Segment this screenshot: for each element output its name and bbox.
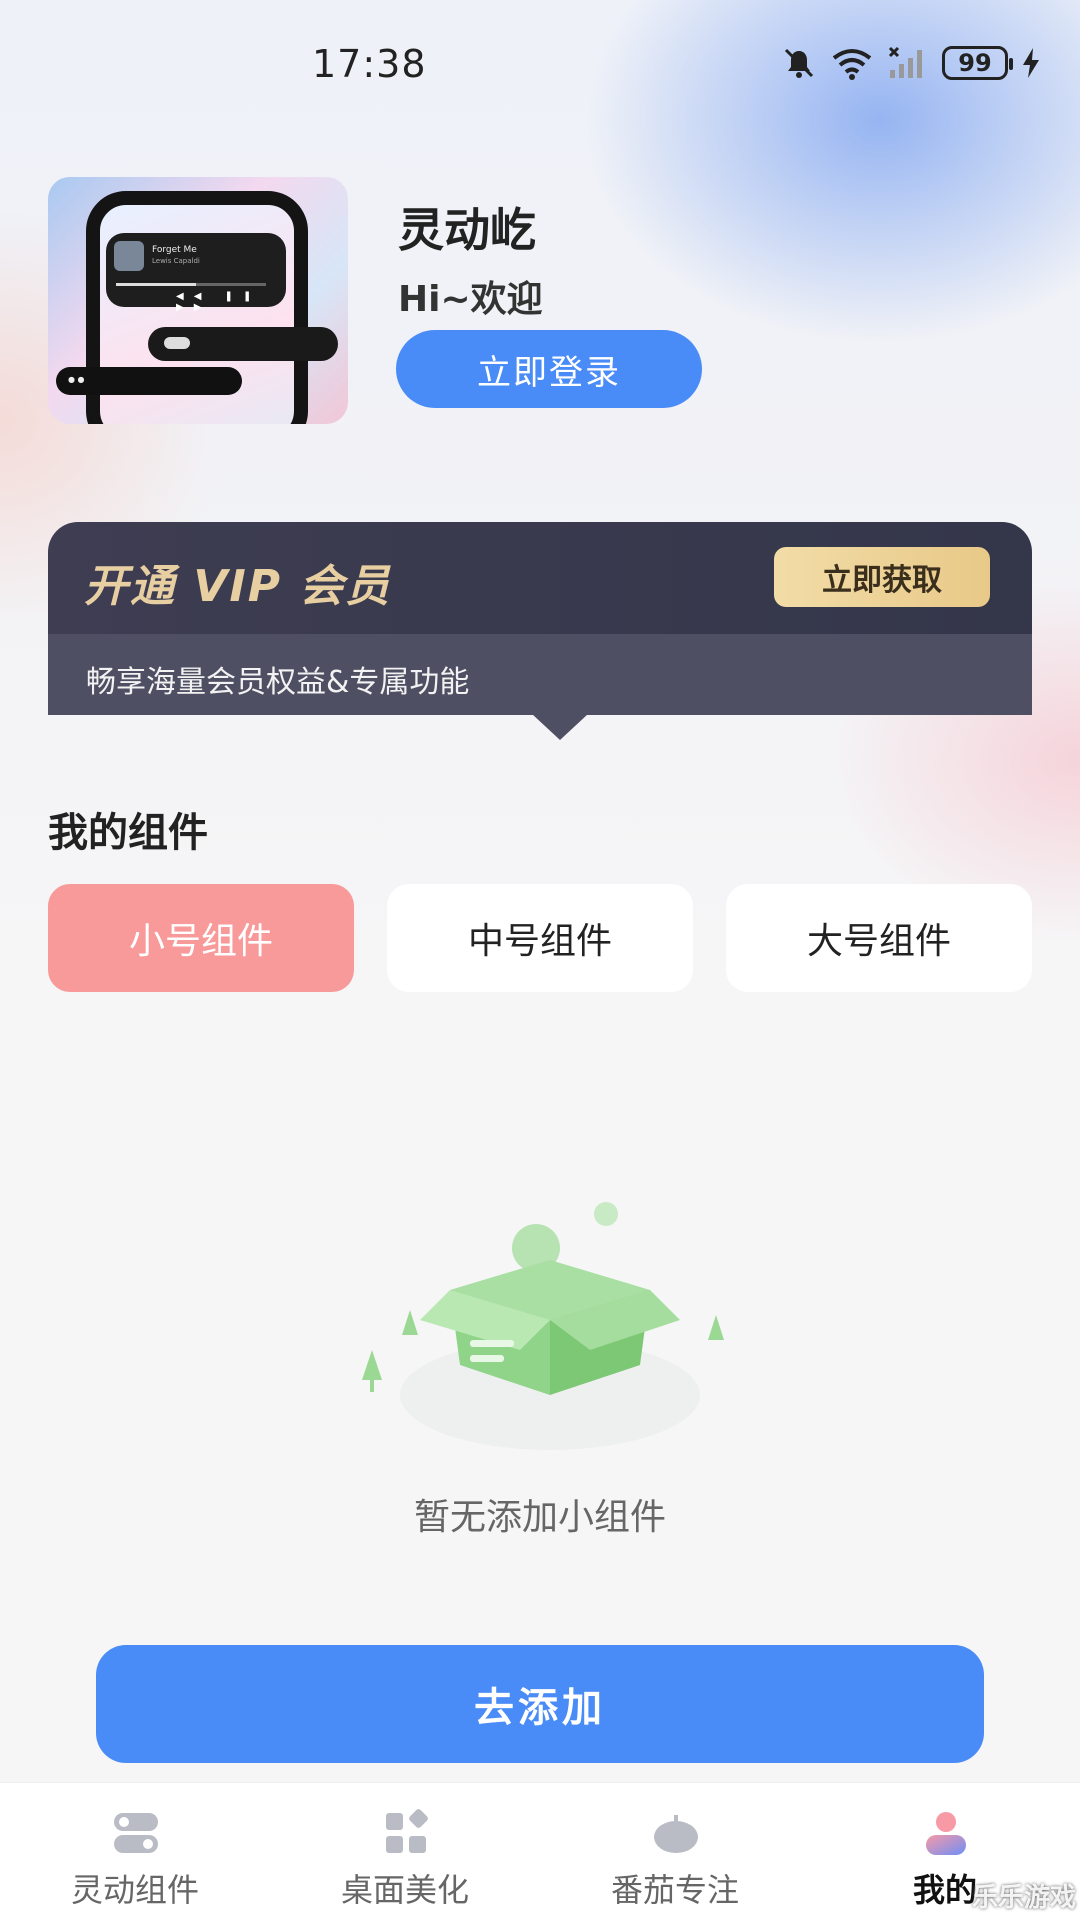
earbuds-widget-illustration: ● ● — [56, 367, 242, 395]
music-title: Forget Me — [152, 245, 197, 255]
earbuds-label: ● ● — [68, 375, 85, 384]
bottom-navigation: 灵动组件 桌面美化 番茄专注 我的 乐乐游戏 — [0, 1782, 1080, 1920]
nav-item-desktop-beautify[interactable]: 桌面美化 — [270, 1783, 540, 1920]
widget-size-tabs: 小号组件 中号组件 大号组件 — [48, 884, 1032, 992]
music-controls-icon: ◀◀ ❚❚ ▶▶ — [176, 291, 262, 313]
charging-icon — [1022, 48, 1040, 78]
nav-label: 灵动组件 — [70, 1871, 199, 1909]
music-progress — [116, 283, 266, 286]
empty-box-illustration — [350, 1180, 750, 1470]
nav-item-tomato-focus[interactable]: 番茄专注 — [540, 1783, 810, 1920]
album-cover — [114, 241, 144, 271]
status-icons: 99 — [782, 46, 1040, 80]
user-icon — [920, 1807, 972, 1859]
toggle-icon — [110, 1807, 162, 1859]
nav-label: 番茄专注 — [610, 1871, 739, 1909]
grid-icon — [380, 1807, 432, 1859]
vip-get-button[interactable]: 立即获取 — [774, 547, 990, 607]
music-artist: Lewis Capaldi — [152, 257, 200, 265]
cloud-icon — [164, 337, 190, 349]
vip-banner[interactable]: 开通 VIP 会员 立即获取 畅享海量会员权益&专属功能 — [48, 522, 1032, 740]
status-time: 17:38 — [312, 42, 427, 86]
mute-icon — [782, 46, 816, 80]
tab-small-widget[interactable]: 小号组件 — [48, 884, 354, 992]
tomato-icon — [650, 1807, 702, 1859]
watermark: 乐乐游戏 — [971, 1883, 1076, 1913]
weather-widget-illustration — [148, 327, 338, 361]
empty-state-text: 暂无添加小组件 — [413, 1497, 666, 1538]
nav-item-dynamic-widgets[interactable]: 灵动组件 — [0, 1783, 270, 1920]
wifi-icon — [830, 46, 874, 80]
greeting-text: Hi~欢迎 — [398, 279, 543, 320]
vip-description: 畅享海量会员权益&专属功能 — [86, 665, 470, 700]
login-button[interactable]: 立即登录 — [396, 330, 702, 408]
music-widget-illustration: Forget Me Lewis Capaldi ◀◀ ❚❚ ▶▶ — [106, 233, 286, 313]
signal-icon — [888, 46, 928, 80]
tab-large-widget[interactable]: 大号组件 — [726, 884, 1032, 992]
app-name: 灵动屹 — [398, 203, 536, 257]
add-widget-button[interactable]: 去添加 — [96, 1645, 984, 1763]
app-preview-image: Forget Me Lewis Capaldi ◀◀ ❚❚ ▶▶ ● ● — [48, 177, 348, 424]
section-title: 我的组件 — [48, 810, 208, 856]
vip-title: 开通 VIP 会员 — [84, 561, 392, 612]
status-bar: 17:38 99 — [0, 0, 1080, 130]
battery-indicator: 99 — [942, 46, 1013, 80]
nav-label: 桌面美化 — [340, 1871, 469, 1909]
tab-medium-widget[interactable]: 中号组件 — [387, 884, 693, 992]
vip-pointer — [532, 714, 588, 740]
